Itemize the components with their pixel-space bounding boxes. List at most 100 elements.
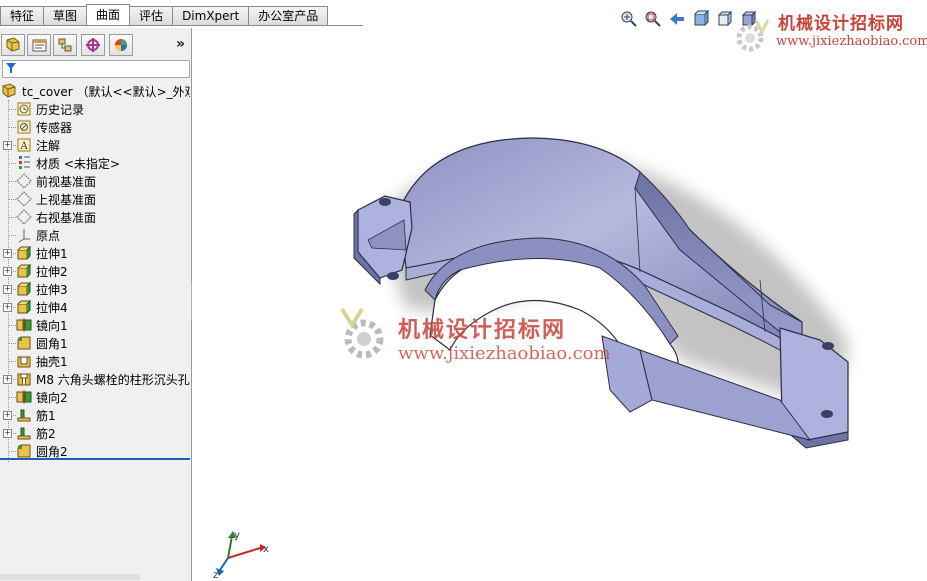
tab-surfaces[interactable]: 曲面	[86, 4, 131, 25]
tree-item[interactable]: M8 六角头螺栓的柱形沉头孔	[16, 370, 190, 388]
tree-item-label: 上视基准面	[36, 192, 97, 207]
tree-item[interactable]: 材质 <未指定>	[16, 154, 120, 172]
tree-item[interactable]: 抽壳1	[16, 352, 68, 370]
triad-z-axis	[219, 557, 229, 571]
tree-item[interactable]: 筋2	[16, 424, 56, 442]
shell-icon	[17, 356, 31, 368]
tree-item[interactable]: 传感器	[16, 118, 72, 136]
tree-item-label: M8 六角头螺栓的柱形沉头孔	[36, 372, 190, 387]
tree-item-label: 拉伸1	[36, 246, 68, 261]
tree-guide-line	[8, 325, 16, 326]
tree-item[interactable]: 上视基准面	[16, 190, 96, 208]
tree-item[interactable]: 拉伸1	[16, 244, 68, 262]
rollback-bar[interactable]	[0, 458, 190, 460]
plane-icon	[16, 191, 32, 207]
tree-expand-toggle[interactable]: +	[3, 141, 12, 150]
display-manager-tab[interactable]	[109, 34, 133, 56]
mirror-icon	[16, 318, 32, 332]
watermark-url-center: www.jixiezhaobiao.com	[398, 343, 611, 364]
tree-item-label: 传感器	[36, 120, 73, 135]
tab-strip: 特征 草图 曲面 评估 DimXpert 办公室产品	[0, 4, 329, 26]
extrude-icon	[17, 263, 32, 278]
watermark-url: www.jixiezhaobiao.com	[776, 34, 927, 49]
plane-icon	[16, 209, 32, 225]
tab-dimxpert[interactable]: DimXpert	[172, 6, 250, 25]
tree-item[interactable]: 历史记录	[16, 100, 84, 118]
feature-manager-icon	[6, 37, 20, 52]
tab-features[interactable]: 特征	[0, 6, 45, 25]
tree-expand-toggle[interactable]: +	[3, 267, 12, 276]
tree-item[interactable]: 镜向1	[16, 316, 68, 334]
tree-expand-toggle[interactable]: +	[3, 429, 12, 438]
tree-item-label: 拉伸2	[36, 264, 68, 279]
feature-manager-panel: » tc_cover （默认<<默认>_外观 显 历史记录传感器 A 注解 + 材质 <…	[0, 28, 192, 581]
plane-icon	[16, 173, 32, 189]
annotation-icon: A	[17, 138, 31, 152]
display-manager-icon	[115, 39, 127, 51]
tree-guide-line	[8, 397, 16, 398]
panel-toolbar: »	[0, 34, 191, 58]
tree-expand-toggle[interactable]: +	[3, 411, 12, 420]
property-manager-tab[interactable]	[27, 34, 51, 56]
tab-office-products[interactable]: 办公室产品	[248, 6, 329, 25]
zoom-to-fit-icon[interactable]	[620, 10, 638, 28]
tree-expand-toggle[interactable]: +	[3, 249, 12, 258]
tree-item-label: 前视基准面	[36, 174, 97, 189]
tree-filter-field[interactable]	[2, 60, 190, 78]
tree-item[interactable]: 前视基准面	[16, 172, 96, 190]
tree-item[interactable]: 拉伸4	[16, 298, 68, 316]
tree-root-label: tc_cover （默认<<默认>_外观 显	[22, 84, 190, 99]
watermark-title: 机械设计招标网	[778, 14, 904, 34]
tree-item[interactable]: A 注解	[16, 136, 60, 154]
sensor-icon	[17, 120, 31, 134]
tree-guide-line	[8, 235, 16, 236]
more-tabs-button[interactable]: »	[176, 36, 185, 52]
dimxpert-manager-tab[interactable]	[81, 34, 105, 56]
hole-icon	[17, 373, 31, 386]
tree-guide-line	[8, 109, 16, 110]
zoom-to-area-icon[interactable]	[644, 10, 662, 28]
tree-guide-line	[8, 199, 16, 200]
svg-text:A: A	[20, 141, 29, 152]
watermark-gear-logo	[736, 19, 770, 52]
tab-evaluate[interactable]: 评估	[129, 6, 174, 25]
material-icon	[19, 156, 30, 169]
tree-guide-line	[8, 343, 16, 344]
extrude-icon	[17, 299, 32, 314]
tree-item[interactable]: 原点	[16, 226, 60, 244]
tree-item[interactable]: 镜向2	[16, 388, 68, 406]
tab-sketch[interactable]: 草图	[43, 6, 88, 25]
triad-z-label: z	[213, 570, 218, 580]
tree-item-label: 注解	[36, 138, 61, 153]
horizontal-scrollbar[interactable]	[0, 574, 140, 580]
tree-item[interactable]: 拉伸2	[16, 262, 68, 280]
section-view-icon[interactable]	[692, 10, 710, 28]
tree-item-label: 圆角1	[36, 336, 68, 351]
tree-guide-line	[8, 181, 16, 182]
tree-item[interactable]: 拉伸3	[16, 280, 68, 298]
tree-item[interactable]: 右视基准面	[16, 208, 96, 226]
rib-icon	[17, 409, 31, 422]
tree-item[interactable]: 圆角1	[16, 334, 68, 352]
tree-root-part[interactable]: tc_cover （默认<<默认>_外观 显	[2, 82, 190, 100]
tree-guide-line	[8, 163, 16, 164]
previous-view-icon[interactable]	[668, 10, 686, 28]
configuration-manager-tab[interactable]	[53, 34, 77, 56]
feature-manager-tab[interactable]	[1, 34, 25, 56]
rib-icon	[17, 427, 31, 440]
part-model-tc-cover[interactable]	[340, 100, 860, 460]
tree-expand-toggle[interactable]: +	[3, 303, 12, 312]
fillet-icon	[17, 336, 31, 350]
filter-icon	[6, 63, 16, 73]
tree-item-label: 原点	[36, 228, 61, 243]
tree-expand-toggle[interactable]: +	[3, 285, 12, 294]
watermark-title-center: 机械设计招标网	[398, 317, 567, 343]
tree-item-label: 拉伸4	[36, 300, 68, 315]
tree-guide-line	[8, 217, 16, 218]
tree-item-label: 材质 <未指定>	[36, 156, 120, 171]
part-icon	[2, 83, 16, 98]
configuration-manager-icon	[58, 38, 72, 52]
tree-expand-toggle[interactable]: +	[3, 375, 12, 384]
tree-item-label: 镜向1	[36, 318, 68, 333]
tree-item[interactable]: 筋1	[16, 406, 56, 424]
